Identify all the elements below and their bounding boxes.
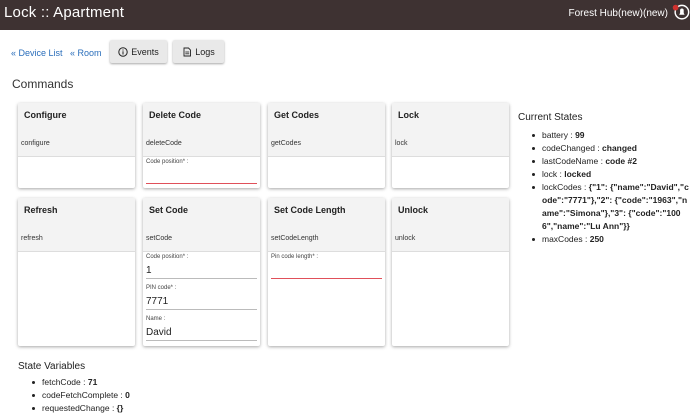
state-item-lock-codes: lockCodes : {"1": {"name":"David","code"…: [518, 181, 690, 233]
state-key: codeChanged :: [542, 143, 603, 153]
state-item-lock: lock : locked: [518, 168, 690, 181]
state-value: locked: [564, 169, 592, 179]
room-link[interactable]: « Room: [70, 48, 102, 58]
command-button-delete-code[interactable]: Delete Code deleteCode: [143, 103, 260, 157]
variable-item-requested-change: requestedChange : {}: [18, 402, 318, 415]
document-icon: [183, 47, 192, 56]
command-card-unlock: Unlock unlock: [392, 198, 509, 346]
command-name: Get Codes: [274, 110, 320, 120]
state-variables-panel: State Variables fetchCode : 71 codeFetch…: [18, 361, 318, 415]
command-name: Configure: [24, 110, 67, 120]
field-underline: [146, 183, 257, 184]
variable-key: requestedChange :: [42, 403, 117, 413]
state-value: changed: [602, 143, 637, 153]
state-key: lockCodes :: [542, 182, 589, 192]
command-button-get-codes[interactable]: Get Codes getCodes: [268, 103, 385, 157]
state-value: 250: [589, 234, 604, 244]
command-button-unlock[interactable]: Unlock unlock: [392, 198, 509, 252]
current-states-panel: Current States battery : 99 codeChanged …: [518, 112, 690, 246]
command-id: lock: [395, 140, 408, 147]
field-label: PIN code* :: [146, 285, 177, 291]
field-value: 1: [146, 265, 152, 276]
command-name: Set Code: [149, 205, 189, 215]
events-button-label: Events: [131, 46, 159, 57]
device-list-link[interactable]: « Device List: [11, 48, 63, 58]
code-position-field[interactable]: Code position* : 1: [146, 252, 257, 279]
command-button-refresh[interactable]: Refresh refresh: [18, 198, 135, 252]
variable-key: codeFetchComplete :: [42, 390, 126, 400]
command-card-set-code-length: Set Code Length setCodeLength Pin code l…: [268, 198, 385, 346]
name-field[interactable]: Name : David: [146, 314, 257, 341]
info-circle-icon: [118, 46, 128, 57]
state-key: battery :: [542, 130, 576, 140]
current-states-title: Current States: [518, 112, 583, 123]
command-name: Delete Code: [149, 110, 202, 120]
field-label: Code position* :: [146, 254, 189, 260]
command-button-set-code-length[interactable]: Set Code Length setCodeLength: [268, 198, 385, 252]
logs-button-label: Logs: [195, 46, 215, 57]
variable-item-code-fetch-complete: codeFetchComplete : 0: [18, 389, 318, 402]
state-value: code #2: [605, 156, 637, 166]
command-button-configure[interactable]: Configure configure: [18, 103, 135, 157]
state-value: 99: [575, 130, 585, 140]
command-card-get-codes: Get Codes getCodes: [268, 103, 385, 188]
pin-code-field[interactable]: PIN code* : 7771: [146, 283, 257, 310]
state-item-code-changed: codeChanged : changed: [518, 142, 690, 155]
state-item-max-codes: maxCodes : 250: [518, 233, 690, 246]
hub-name[interactable]: Forest Hub(new)(new): [569, 8, 668, 19]
events-button[interactable]: Events: [110, 40, 167, 63]
page-title: Lock :: Apartment: [4, 4, 125, 21]
field-label: Name :: [146, 316, 166, 322]
command-id: setCodeLength: [271, 235, 319, 242]
app-header: Lock :: Apartment Forest Hub(new)(new): [0, 0, 690, 30]
variable-value: 0: [125, 390, 130, 400]
field-value: 7771: [146, 296, 169, 307]
command-card-delete-code: Delete Code deleteCode Code position* :: [143, 103, 260, 188]
field-underline: [146, 278, 257, 279]
command-card-lock: Lock lock: [392, 103, 509, 188]
command-name: Refresh: [24, 205, 58, 215]
command-button-set-code[interactable]: Set Code setCode: [143, 198, 260, 252]
state-key: maxCodes :: [542, 234, 590, 244]
field-underline: [271, 278, 382, 279]
command-id: refresh: [21, 235, 43, 242]
command-button-lock[interactable]: Lock lock: [392, 103, 509, 157]
command-name: Lock: [398, 110, 420, 120]
variable-item-fetch-code: fetchCode : 71: [18, 376, 318, 389]
state-item-last-code-name: lastCodeName : code #2: [518, 155, 690, 168]
state-key: lastCodeName :: [542, 156, 606, 166]
command-id: configure: [21, 140, 50, 147]
field-underline: [146, 340, 257, 341]
command-id: setCode: [146, 235, 173, 242]
notification-bell-icon[interactable]: [672, 4, 690, 22]
command-id: getCodes: [271, 140, 301, 147]
field-label: Pin code length* :: [271, 254, 319, 260]
field-underline: [146, 309, 257, 310]
state-key: lock :: [542, 169, 565, 179]
field-value: David: [146, 327, 172, 338]
command-card-configure: Configure configure: [18, 103, 135, 188]
state-item-battery: battery : 99: [518, 129, 690, 142]
variable-value: 71: [87, 377, 98, 387]
variable-key: fetchCode :: [42, 377, 88, 387]
field-label: Code position* :: [146, 159, 189, 165]
command-id: deleteCode: [146, 140, 182, 147]
code-position-field[interactable]: Code position* :: [146, 157, 257, 184]
logs-button[interactable]: Logs: [173, 40, 224, 63]
command-card-set-code: Set Code setCode Code position* : 1 PIN …: [143, 198, 260, 346]
state-variables-list: fetchCode : 71 codeFetchComplete : 0 req…: [18, 376, 318, 415]
current-states-list: battery : 99 codeChanged : changed lastC…: [518, 129, 690, 246]
state-variables-title: State Variables: [18, 361, 86, 372]
command-id: unlock: [395, 235, 416, 242]
pin-code-length-field[interactable]: Pin code length* :: [271, 252, 382, 279]
command-name: Set Code Length: [274, 205, 346, 215]
variable-value: {}: [116, 403, 124, 413]
command-name: Unlock: [398, 205, 429, 215]
command-card-refresh: Refresh refresh: [18, 198, 135, 346]
commands-title: Commands: [12, 77, 74, 91]
